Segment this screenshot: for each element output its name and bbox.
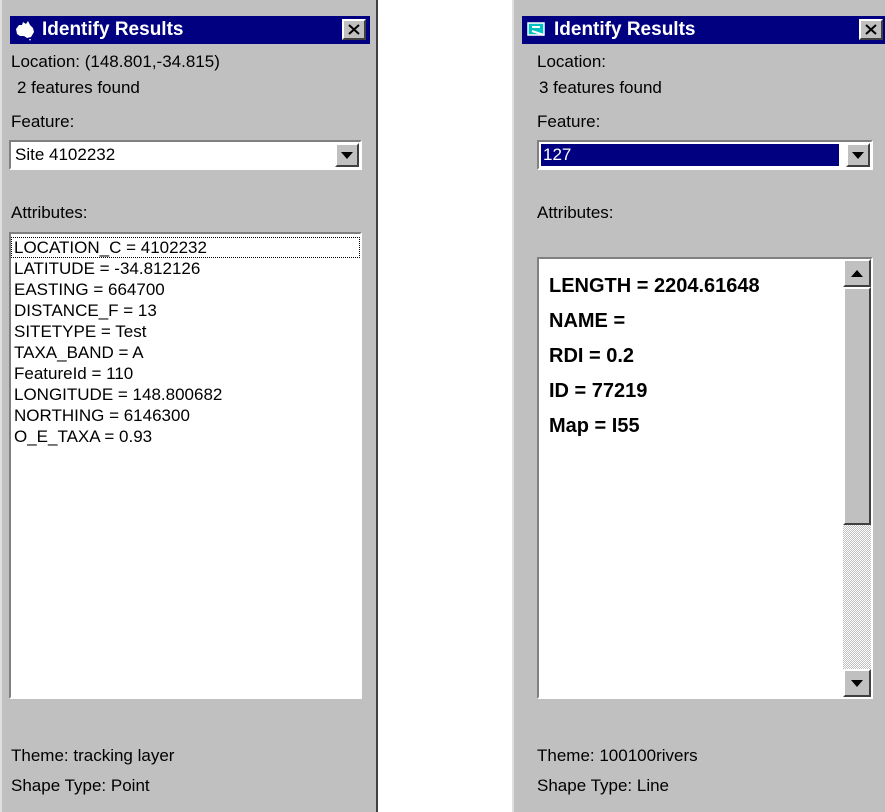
title-bar: Identify Results — [10, 16, 370, 44]
chevron-down-icon — [341, 151, 353, 159]
feature-selected-value: Site 4102232 — [15, 145, 116, 164]
attributes-list[interactable]: LENGTH = 2204.61648 NAME = RDI = 0.2 ID = 7… — [537, 257, 873, 699]
chevron-down-icon — [852, 151, 864, 159]
dropdown-button[interactable] — [335, 143, 359, 167]
attribute-row[interactable]: EASTING = 664700 — [11, 279, 360, 300]
arrow-down-icon — [851, 679, 863, 687]
attribute-row[interactable]: FeatureId = 110 — [11, 363, 360, 384]
identify-results-panel-left: Identify Results Location: (148.801,-34.… — [0, 0, 378, 812]
attribute-row[interactable]: Map = I55 — [539, 409, 871, 444]
feature-label: Feature: — [537, 112, 601, 131]
feature-dropdown[interactable]: Site 4102232 — [9, 140, 362, 170]
theme-label: Theme: 100100rivers — [537, 746, 698, 765]
attributes-label: Attributes: — [11, 203, 88, 222]
attributes-list[interactable]: LOCATION_C = 4102232 LATITUDE = -34.81212… — [9, 232, 362, 699]
location-label: Location: (148.801,-34.815) — [11, 52, 220, 71]
attribute-row[interactable]: O_E_TAXA = 0.93 — [11, 426, 360, 447]
attribute-row[interactable]: LATITUDE = -34.812126 — [11, 258, 360, 279]
close-button[interactable] — [859, 19, 883, 40]
feature-selected-value: 127 — [543, 145, 572, 164]
window-title: Identify Results — [554, 19, 696, 40]
dropdown-button[interactable] — [846, 143, 870, 167]
attribute-row[interactable]: NAME = — [539, 304, 871, 339]
features-found-label: 3 features found — [539, 78, 662, 97]
feature-label: Feature: — [11, 112, 75, 131]
features-found-label: 2 features found — [17, 78, 140, 97]
shape-type-label: Shape Type: Line — [537, 776, 670, 795]
attribute-row[interactable]: TAXA_BAND = A — [11, 342, 360, 363]
attribute-row[interactable]: NORTHING = 6146300 — [11, 405, 360, 426]
attribute-row[interactable]: LONGITUDE = 148.800682 — [11, 384, 360, 405]
attributes-label: Attributes: — [537, 203, 614, 222]
scroll-down-button[interactable] — [843, 669, 871, 697]
identify-results-panel-right: Identify Results Location: 3 features fo… — [512, 0, 885, 812]
attribute-row[interactable]: LOCATION_C = 4102232 — [11, 237, 360, 258]
scroll-thumb[interactable] — [843, 287, 871, 525]
scroll-up-button[interactable] — [843, 259, 871, 287]
layer-icon — [527, 22, 545, 36]
theme-label: Theme: tracking layer — [11, 746, 175, 765]
window-title: Identify Results — [42, 19, 184, 40]
close-icon — [865, 24, 877, 35]
attribute-row[interactable]: ID = 77219 — [539, 374, 871, 409]
title-bar: Identify Results — [522, 16, 885, 44]
attribute-row[interactable]: LENGTH = 2204.61648 — [539, 269, 871, 304]
shape-type-label: Shape Type: Point — [11, 776, 150, 795]
location-label: Location: — [537, 52, 606, 71]
attribute-row[interactable]: DISTANCE_F = 13 — [11, 300, 360, 321]
close-button[interactable] — [342, 19, 366, 40]
vertical-scrollbar[interactable] — [843, 259, 871, 697]
close-icon — [348, 24, 360, 35]
feature-selection-highlight: 127 — [541, 144, 839, 166]
attribute-row[interactable]: RDI = 0.2 — [539, 339, 871, 374]
feature-dropdown[interactable]: 127 — [537, 140, 873, 170]
attribute-row[interactable]: SITETYPE = Test — [11, 321, 360, 342]
arrow-up-icon — [851, 269, 863, 277]
australia-map-icon — [16, 21, 34, 41]
